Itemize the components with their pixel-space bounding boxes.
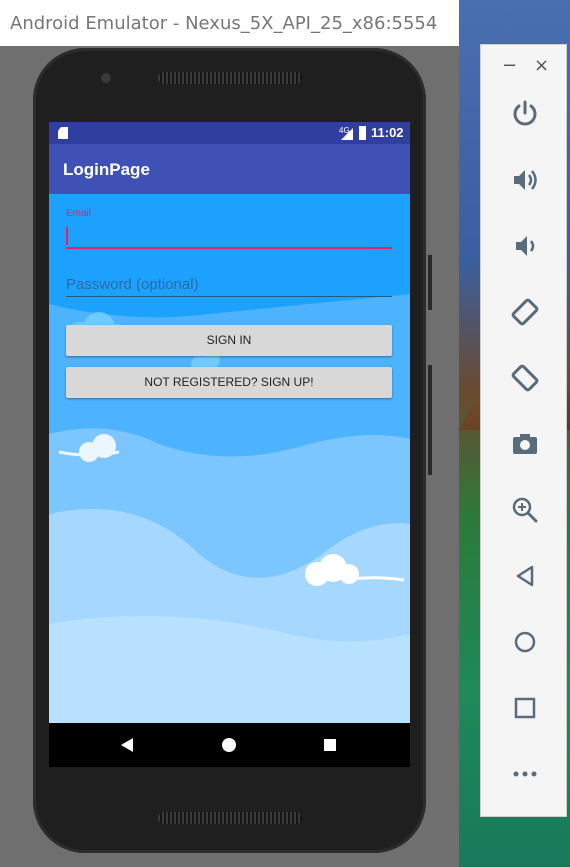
email-field[interactable] (66, 247, 392, 249)
front-camera (101, 73, 111, 83)
volume-side-button (428, 365, 432, 475)
more-icon[interactable] (508, 757, 542, 791)
password-field[interactable] (66, 296, 392, 297)
rotate-left-icon[interactable] (508, 295, 542, 329)
minimize-button[interactable]: − (502, 55, 517, 76)
sd-card-icon (58, 127, 68, 139)
device-screen: 4G 11:02 LoginPage Email Password (optio… (49, 122, 410, 767)
email-cursor (66, 227, 68, 245)
back-icon[interactable] (508, 559, 542, 593)
earpiece-speaker (158, 72, 302, 84)
status-time: 11:02 (371, 125, 404, 140)
sign-up-button[interactable]: NOT REGISTERED? SIGN UP! (66, 367, 392, 398)
power-side-button (428, 255, 432, 310)
power-icon[interactable] (508, 97, 542, 131)
nav-home-icon[interactable] (222, 738, 236, 752)
sign-in-button[interactable]: SIGN IN (66, 325, 392, 356)
battery-icon (359, 126, 366, 140)
rotate-right-icon[interactable] (508, 361, 542, 395)
bottom-speaker (158, 812, 302, 824)
zoom-icon[interactable] (508, 493, 542, 527)
camera-icon[interactable] (508, 427, 542, 461)
volume-up-icon[interactable] (508, 163, 542, 197)
emulator-toolbar: − × (480, 44, 567, 817)
app-title: LoginPage (63, 160, 150, 179)
emulator-window: Android Emulator - Nexus_5X_API_25_x86:5… (0, 0, 459, 867)
navigation-bar (49, 723, 410, 767)
window-title: Android Emulator - Nexus_5X_API_25_x86:5… (10, 12, 438, 34)
volume-down-icon[interactable] (508, 229, 542, 263)
password-field-placeholder: Password (optional) (66, 276, 199, 293)
home-icon[interactable] (508, 625, 542, 659)
status-bar: 4G 11:02 (49, 122, 410, 144)
overview-icon[interactable] (508, 691, 542, 725)
close-button[interactable]: × (534, 55, 549, 76)
nav-back-icon[interactable] (121, 738, 133, 752)
window-titlebar[interactable]: Android Emulator - Nexus_5X_API_25_x86:5… (0, 0, 459, 46)
email-label: Email (66, 208, 92, 219)
nav-overview-icon[interactable] (324, 739, 336, 751)
app-bar: LoginPage (49, 144, 410, 194)
